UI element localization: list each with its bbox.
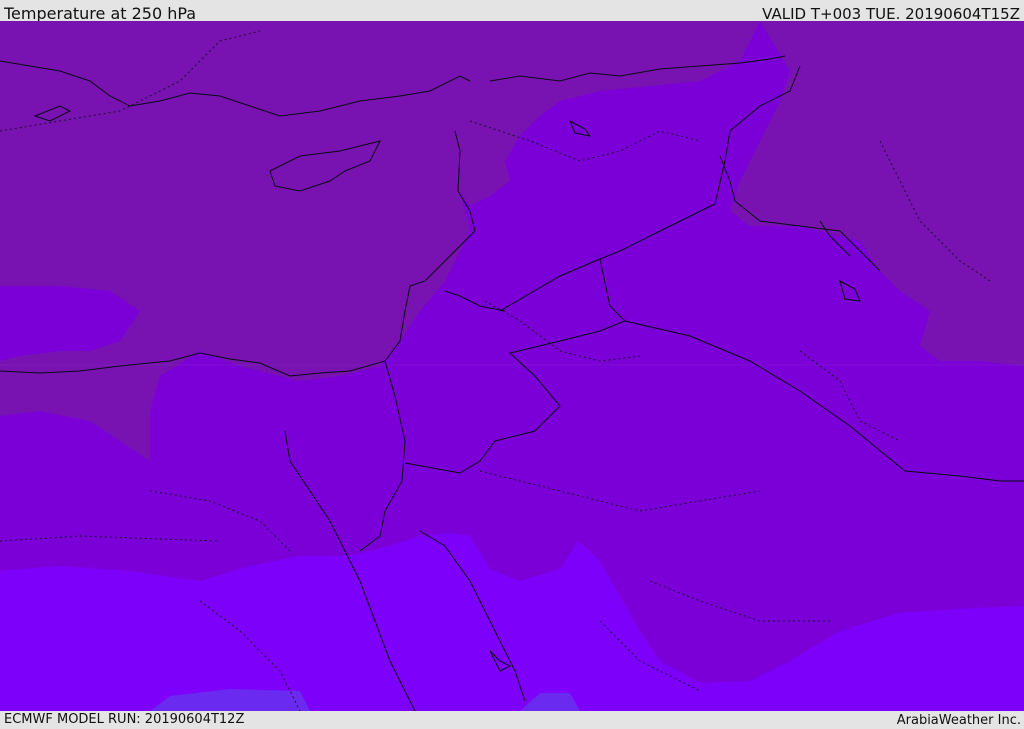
weather-map[interactable] [0, 21, 1024, 711]
credit-label: ArabiaWeather Inc. [896, 713, 1021, 728]
model-run-label: ECMWF MODEL RUN: 20190604T12Z [4, 712, 245, 727]
map-canvas [0, 21, 1024, 711]
footer-bar: ECMWF MODEL RUN: 20190604T12Z ArabiaWeat… [0, 711, 1024, 729]
header-bar: Temperature at 250 hPa VALID T+003 TUE. … [0, 0, 1024, 23]
